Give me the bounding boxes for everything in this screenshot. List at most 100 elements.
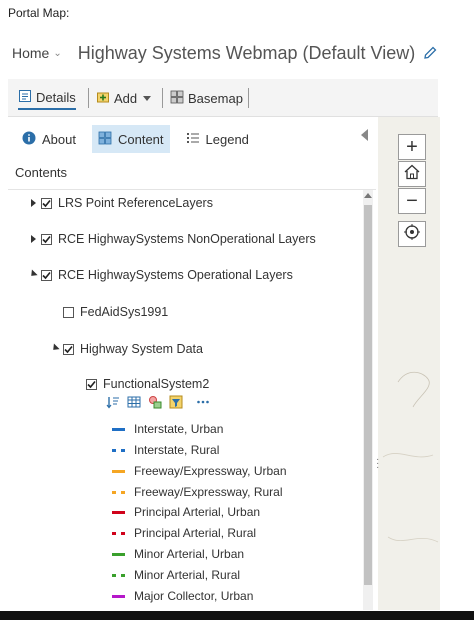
basemap-button[interactable]: Basemap [170,86,243,110]
legend-list-icon [186,131,200,148]
home-label: Home [12,45,50,61]
layer-row[interactable]: FunctionalSystem2 [86,375,209,393]
layer-tools [105,394,211,410]
line-swatch [112,469,125,473]
legend-label: Principal Arterial, Urban [134,505,261,519]
details-panel: About Content Legend Contents LRS Point … [8,117,378,610]
tab-legend-label: Legend [205,131,249,147]
legend-label: Interstate, Urban [134,422,224,436]
info-icon [22,131,36,148]
collapse-panel-icon[interactable] [361,129,368,141]
map-header: Home ⌄ Highway Systems Webmap (Default V… [12,40,437,66]
line-swatch [112,510,125,514]
layer-row[interactable]: FedAidSys1991 [63,303,168,321]
map-title: Highway Systems Webmap (Default View) [77,42,416,63]
layer-row[interactable]: RCE HighwaySystems NonOperational Layers [28,230,316,248]
layer-checkbox[interactable] [41,233,52,245]
toolbar-divider [248,88,249,108]
layer-label: FedAidSys1991 [80,305,169,319]
line-swatch [112,427,125,431]
layer-label: RCE HighwaySystems Operational Layers [58,268,293,282]
line-swatch [112,594,125,598]
legend-item: Interstate, Rural [112,442,219,458]
bottom-edge [0,611,474,620]
add-button[interactable]: Add [96,86,152,110]
home-extent-button[interactable] [398,161,426,187]
scrollbar-thumb[interactable] [364,205,372,585]
caret-down-icon [143,95,152,101]
legend-label: Major Collector, Urban [134,589,254,603]
legend-item: Interstate, Urban [112,421,223,437]
legend-item: Minor Arterial, Urban [112,546,244,562]
legend-item: Minor Arterial, Rural [112,567,240,583]
legend-label: Freeway/Expressway, Rural [134,485,283,499]
toolbar-divider [88,88,89,108]
plus-icon: + [406,136,418,158]
resize-grip-icon[interactable]: · · · [376,455,379,473]
layer-label: FunctionalSystem2 [103,377,210,391]
legend-label: Minor Arterial, Rural [134,568,241,582]
tab-about[interactable]: About [16,125,82,153]
dashed-line-swatch [112,573,125,577]
crosshair-icon [403,223,421,246]
dashed-line-swatch [112,531,125,535]
dashed-line-swatch [112,490,125,494]
zoom-out-button[interactable]: − [398,188,426,214]
more-options-icon[interactable] [195,394,211,410]
layer-row[interactable]: RCE HighwaySystems Operational Layers [28,266,293,284]
layer-checkbox[interactable] [41,269,52,281]
change-style-icon[interactable] [147,394,163,410]
tab-about-label: About [42,131,76,147]
home-menu[interactable]: Home ⌄ [12,45,62,61]
zoom-in-button[interactable]: + [398,134,426,160]
filter-icon[interactable] [168,394,184,410]
chevron-down-icon: ⌄ [53,47,62,59]
tab-content-label: Content [117,131,164,147]
legend-item: Principal Arterial, Rural [112,525,256,541]
legend-item: Freeway/Expressway, Urban [112,463,287,479]
layer-checkbox[interactable] [41,197,52,209]
basemap-icon [170,90,184,107]
minus-icon: − [406,190,418,212]
details-button[interactable]: Details [18,86,76,110]
panel-tabs: About Content Legend [16,125,265,153]
layer-label: RCE HighwaySystems NonOperational Layers [58,232,316,246]
legend-item: Freeway/Expressway, Rural [112,484,283,500]
collapse-arrow-icon[interactable] [50,342,60,354]
details-label: Details [36,89,76,105]
layer-checkbox[interactable] [86,378,97,390]
divider [8,189,376,190]
caption: Portal Map: [8,6,70,20]
toolbar: Details Add Basemap [8,79,438,117]
add-label: Add [114,90,138,106]
legend-label: Principal Arterial, Rural [134,526,257,540]
layer-checkbox[interactable] [63,306,74,318]
scroll-up-arrow-icon[interactable] [364,193,372,198]
sort-icon[interactable] [105,394,121,410]
legend-item: Major Collector, Urban [112,588,253,604]
tab-legend[interactable]: Legend [180,125,255,153]
basemap-label: Basemap [188,90,243,106]
map-view[interactable]: + − [378,117,440,610]
toolbar-divider [162,88,163,108]
expand-arrow-icon[interactable] [28,198,38,208]
details-icon [18,89,32,106]
layer-row[interactable]: Highway System Data [50,340,203,358]
contents-heading: Contents [15,165,68,180]
layer-checkbox[interactable] [63,343,74,355]
locate-button[interactable] [398,221,426,247]
line-swatch [112,552,125,556]
legend-item: Principal Arterial, Urban [112,504,260,520]
dashed-line-swatch [112,448,125,452]
legend-label: Interstate, Rural [134,443,220,457]
layer-label: LRS Point ReferenceLayers [58,196,213,210]
expand-arrow-icon[interactable] [28,234,38,244]
home-icon [403,163,421,186]
layer-row[interactable]: LRS Point ReferenceLayers [28,194,213,212]
legend-label: Minor Arterial, Urban [134,547,245,561]
table-icon[interactable] [126,394,142,410]
tab-content[interactable]: Content [91,125,170,153]
collapse-arrow-icon[interactable] [28,268,38,280]
add-icon [96,90,110,107]
pencil-icon[interactable] [423,46,437,60]
